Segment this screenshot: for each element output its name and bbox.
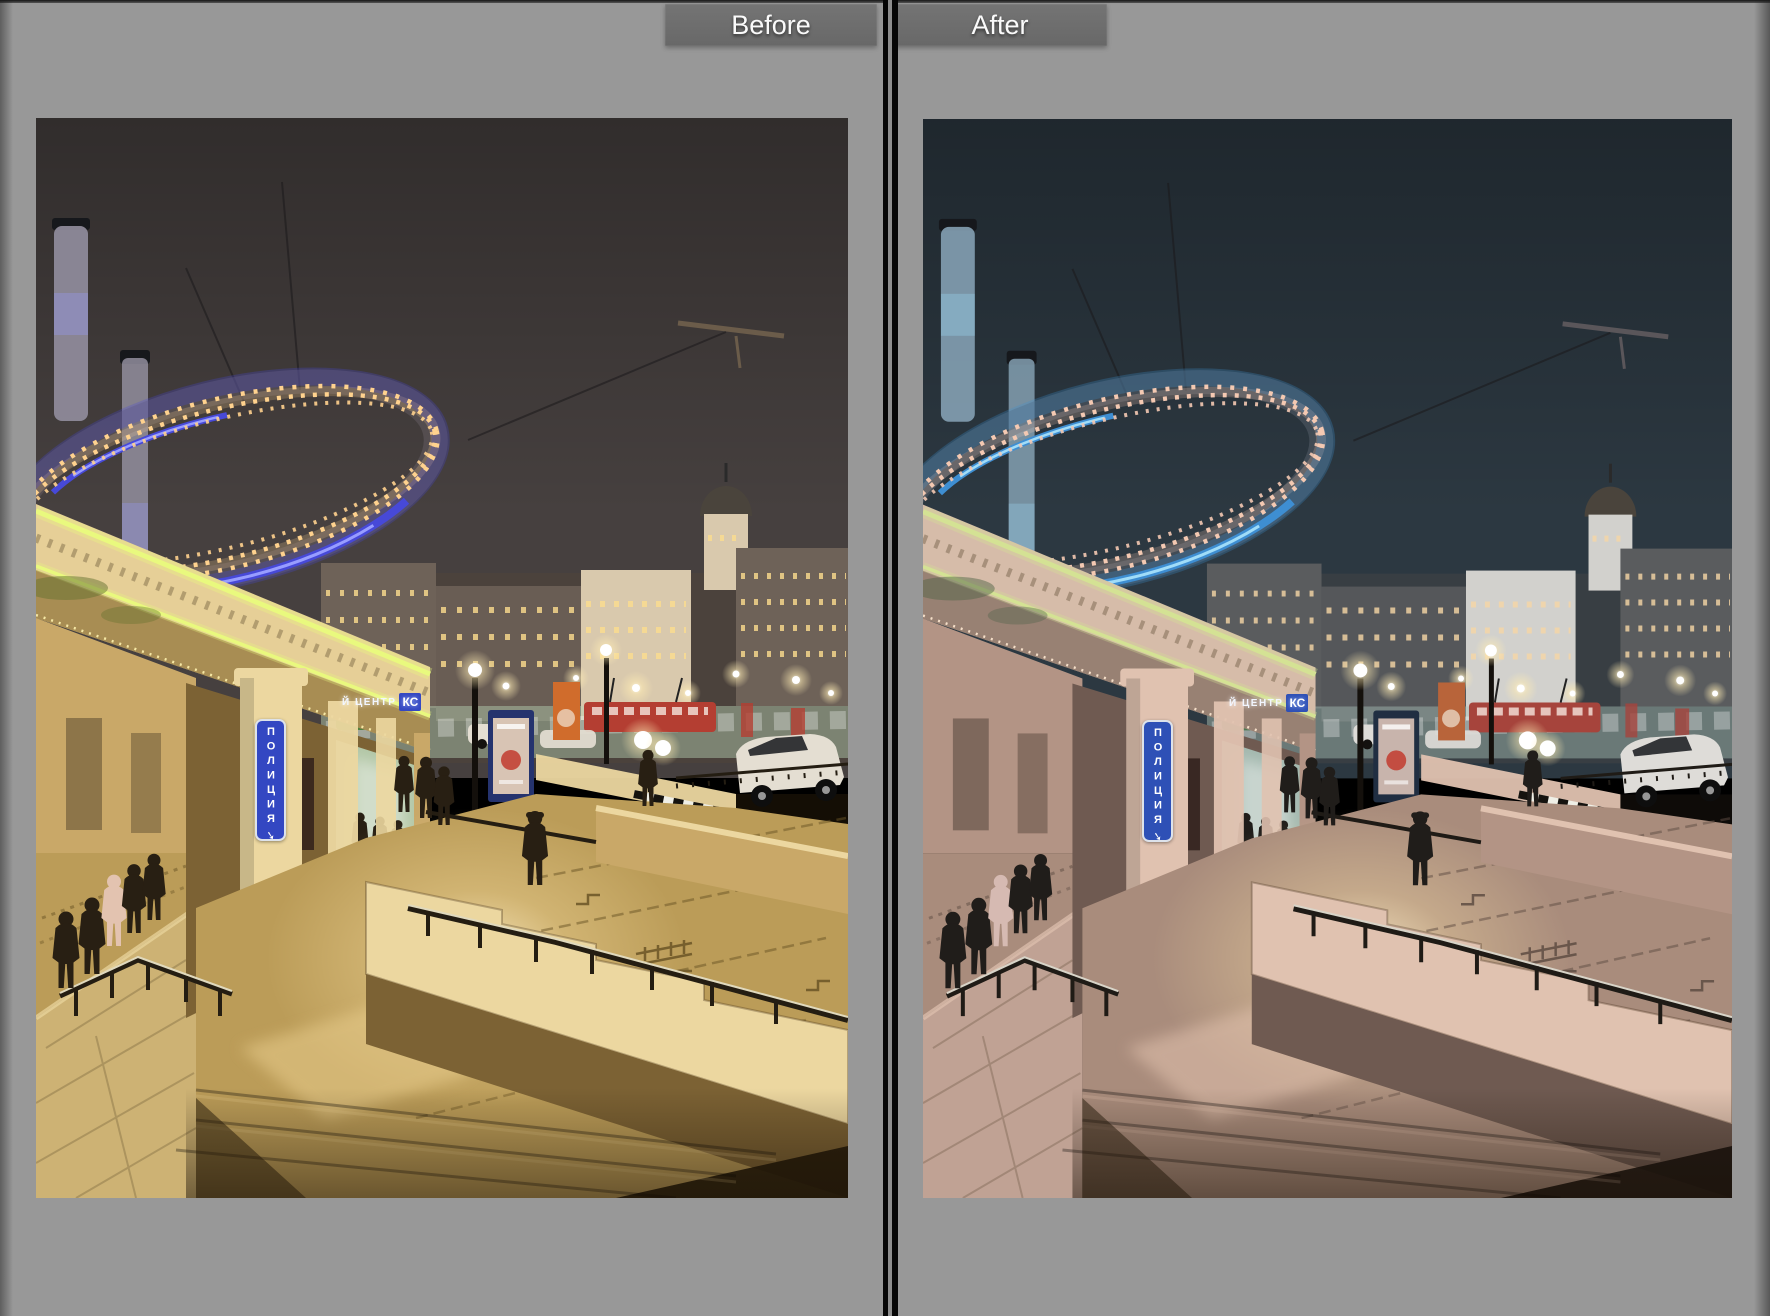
right-edge-shadow <box>1754 0 1770 1316</box>
photo-before[interactable]: ПОЛИЦИЯ ➘ Й ЦЕНТР КС <box>36 118 848 1198</box>
after-view-label: After <box>893 4 1107 46</box>
after-view-label-text: After <box>971 10 1028 41</box>
mall-sign: Й ЦЕНТР КС <box>342 691 421 713</box>
police-sign: ПОЛИЦИЯ ➘ <box>1142 720 1173 842</box>
police-sign-text: ПОЛИЦИЯ <box>1152 727 1163 829</box>
before-view-label-text: Before <box>731 10 811 41</box>
police-sign-text: ПОЛИЦИЯ <box>265 726 276 828</box>
police-sign: ПОЛИЦИЯ ➘ <box>255 719 286 841</box>
left-edge-shadow <box>0 0 13 1316</box>
before-after-compare-view: Before After <box>0 0 1770 1316</box>
mall-sign-text: Й ЦЕНТР <box>1229 698 1283 709</box>
pane-divider <box>883 0 898 1316</box>
mall-sign-text: Й ЦЕНТР <box>342 697 396 708</box>
photo-canvas-after <box>923 119 1732 1198</box>
photo-canvas-before <box>36 118 848 1198</box>
before-view-label: Before <box>665 4 877 46</box>
photo-after[interactable]: ПОЛИЦИЯ ➘ Й ЦЕНТР КС <box>923 119 1732 1198</box>
mall-sign-logo: КС <box>399 693 421 711</box>
mall-sign: Й ЦЕНТР КС <box>1229 692 1308 714</box>
police-sign-arrow: ➘ <box>1152 829 1164 844</box>
mall-sign-logo: КС <box>1286 694 1308 712</box>
police-sign-arrow: ➘ <box>265 828 277 843</box>
